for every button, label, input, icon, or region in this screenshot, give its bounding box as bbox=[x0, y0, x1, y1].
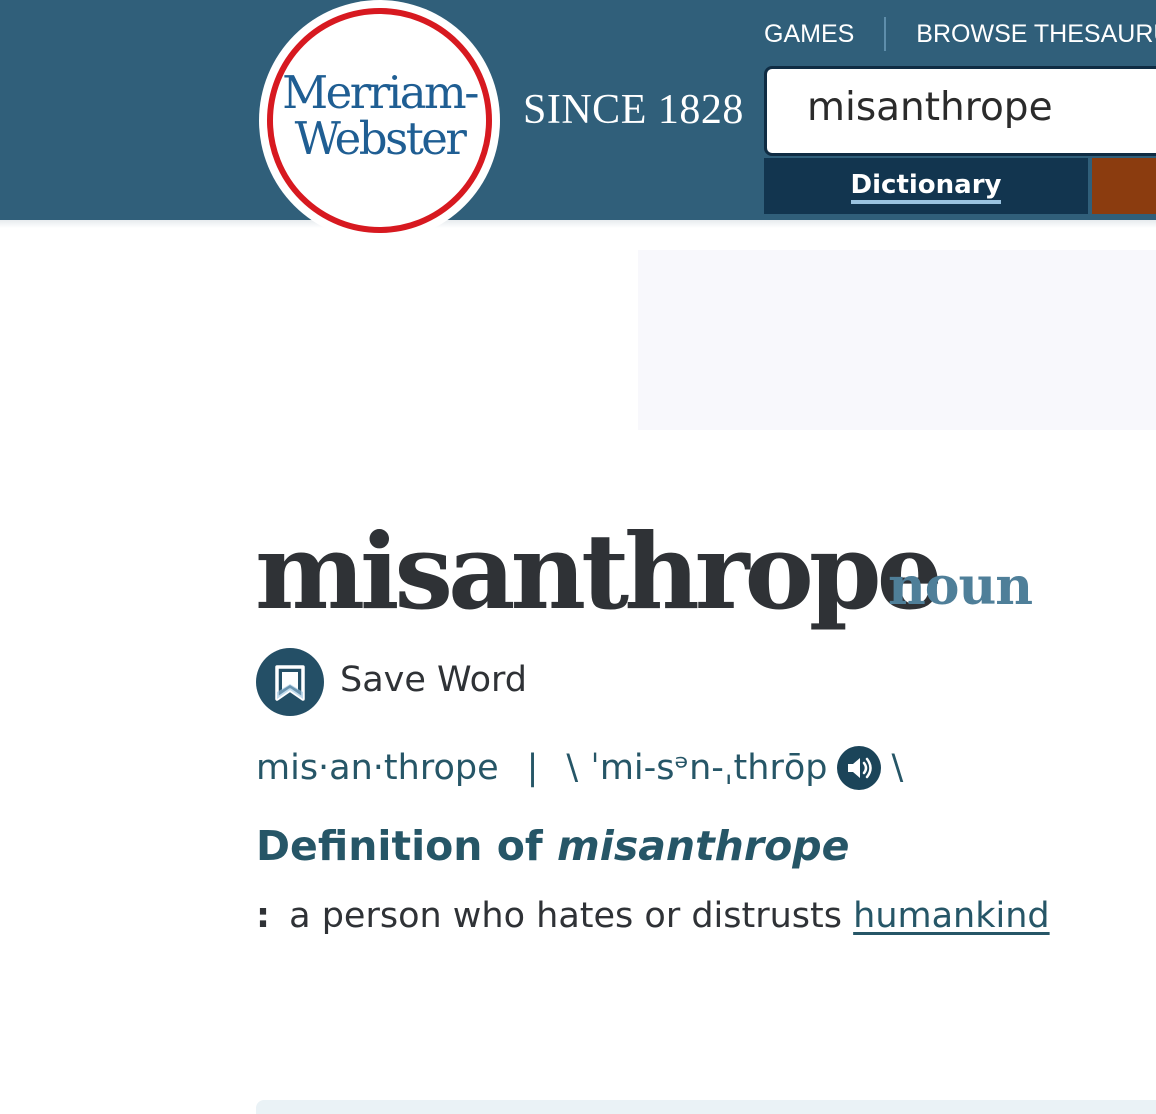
definition-heading: Definition of misanthrope bbox=[256, 822, 849, 870]
bookmark-icon bbox=[275, 665, 305, 701]
search-input[interactable] bbox=[807, 85, 1156, 130]
save-word-label[interactable]: Save Word bbox=[340, 660, 527, 700]
search-box[interactable] bbox=[764, 66, 1156, 156]
logo-line-1: Merriam- bbox=[282, 66, 479, 119]
logo-line-2: Webster bbox=[294, 112, 467, 165]
definition-heading-word: misanthrope bbox=[557, 822, 850, 870]
tab-thesaurus[interactable] bbox=[1092, 158, 1156, 214]
nav-browse-thesaurus-link[interactable]: BROWSE THESAURUS bbox=[916, 20, 1156, 49]
next-section-box bbox=[256, 1100, 1156, 1114]
definition-body: a person who hates or distrusts bbox=[289, 896, 842, 936]
pron-close-slash: \ bbox=[891, 748, 904, 788]
speaker-icon bbox=[848, 757, 873, 779]
definition-heading-prefix: Definition of bbox=[256, 822, 543, 870]
pronunciation-line: mis·an·thrope | \ ˈmi-sᵊn-ˌthrōp \ bbox=[256, 744, 903, 792]
nav-divider bbox=[884, 17, 887, 51]
definition-text: : a person who hates or distrusts humank… bbox=[256, 896, 1050, 936]
header-shadow bbox=[0, 220, 1156, 228]
merriam-webster-logo[interactable]: Merriam- Webster bbox=[259, 0, 500, 241]
part-of-speech[interactable]: noun bbox=[888, 556, 1033, 617]
pron-open-slash: \ bbox=[566, 748, 579, 788]
headword: misanthrope bbox=[255, 510, 943, 633]
play-audio-button[interactable] bbox=[837, 746, 882, 790]
ad-slot bbox=[638, 250, 1156, 430]
tab-dictionary-label: Dictionary bbox=[850, 170, 1002, 204]
pronunciation: ˈmi-sᵊn-ˌthrōp bbox=[590, 748, 828, 788]
since-tagline: SINCE 1828 bbox=[523, 87, 744, 133]
logo-wordmark: Merriam- Webster bbox=[259, 70, 500, 162]
definition-colon: : bbox=[256, 896, 270, 936]
nav-games-link[interactable]: GAMES bbox=[764, 20, 854, 49]
top-nav: GAMES BROWSE THESAURUS bbox=[764, 17, 1156, 51]
pron-separator: | bbox=[526, 748, 539, 788]
save-word-button[interactable] bbox=[256, 648, 324, 716]
tab-dictionary[interactable]: Dictionary bbox=[764, 158, 1088, 214]
definition-link-humankind[interactable]: humankind bbox=[853, 896, 1049, 936]
syllables: mis·an·thrope bbox=[256, 748, 499, 788]
